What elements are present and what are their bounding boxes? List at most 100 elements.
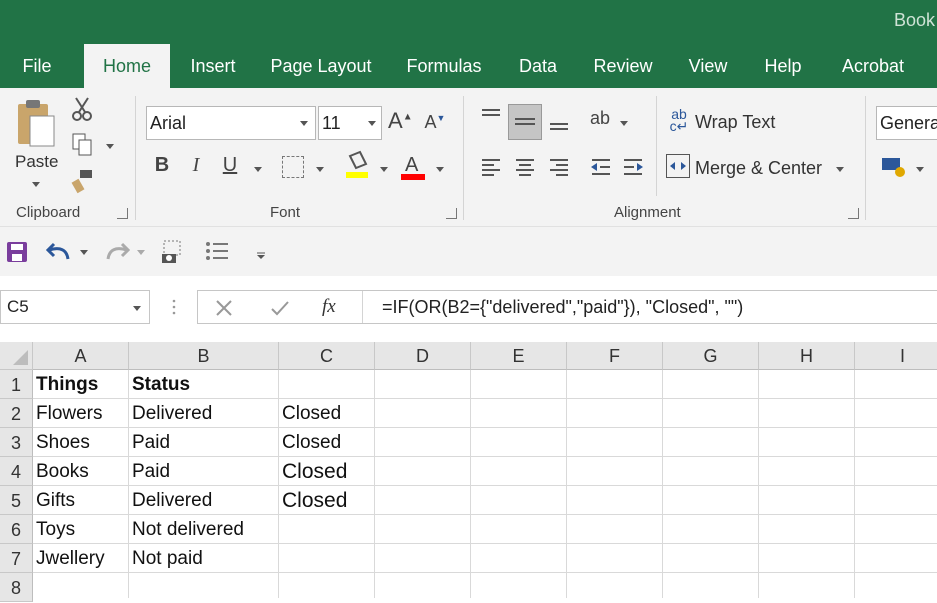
cell-b5[interactable]: Delivered <box>129 486 278 515</box>
cell-b1[interactable]: Status <box>129 370 278 399</box>
fill-color-chevron-down-icon[interactable] <box>380 167 388 172</box>
font-color-chevron-down-icon[interactable] <box>436 167 444 172</box>
bottom-align-icon[interactable] <box>546 104 572 134</box>
merge-center-chevron-down-icon[interactable] <box>836 167 844 172</box>
splitter-handle[interactable] <box>172 298 176 316</box>
increase-font-size-icon[interactable]: A▲ <box>388 108 413 134</box>
column-header-d[interactable]: D <box>375 342 471 370</box>
align-right-icon[interactable] <box>546 152 572 182</box>
row-header[interactable]: 3 <box>0 428 33 457</box>
orientation-chevron-down-icon[interactable] <box>620 121 628 126</box>
tab-view[interactable]: View <box>678 44 738 88</box>
cell-a6[interactable]: Toys <box>33 515 128 544</box>
accounting-format-icon[interactable] <box>880 154 906 178</box>
underline-chevron-down-icon[interactable] <box>254 167 262 172</box>
column-header-e[interactable]: E <box>471 342 567 370</box>
insert-function-icon[interactable]: fx <box>322 296 336 318</box>
cell-c4[interactable]: Closed <box>279 457 374 486</box>
align-left-icon[interactable] <box>478 152 504 182</box>
merge-center-label[interactable]: Merge & Center <box>695 158 822 179</box>
bullet-list-icon[interactable] <box>204 239 230 263</box>
undo-icon[interactable] <box>45 239 72 263</box>
orientation-icon[interactable]: ab <box>588 108 612 129</box>
borders-chevron-down-icon[interactable] <box>316 167 324 172</box>
increase-indent-icon[interactable] <box>620 152 646 182</box>
camera-icon[interactable] <box>160 239 186 265</box>
tab-review[interactable]: Review <box>584 44 662 88</box>
column-header-c[interactable]: C <box>279 342 375 370</box>
tab-data[interactable]: Data <box>508 44 568 88</box>
cell-c1[interactable] <box>279 370 374 399</box>
fill-color-icon[interactable] <box>344 150 370 180</box>
bold-icon[interactable]: B <box>150 154 174 177</box>
customize-toolbar-icon[interactable] <box>256 247 266 259</box>
tab-home[interactable]: Home <box>84 44 170 88</box>
cell-c7[interactable] <box>279 544 374 573</box>
accounting-format-chevron-down-icon[interactable] <box>916 167 924 172</box>
tab-file[interactable]: File <box>0 44 74 88</box>
cell-c5[interactable]: Closed <box>279 486 374 515</box>
cell-b6[interactable]: Not delivered <box>129 515 278 544</box>
align-center-icon[interactable] <box>512 152 538 182</box>
format-painter-icon[interactable] <box>70 168 94 194</box>
cell-a5[interactable]: Gifts <box>33 486 128 515</box>
column-header-f[interactable]: F <box>567 342 663 370</box>
top-align-icon[interactable] <box>478 104 504 134</box>
cell-b7[interactable]: Not paid <box>129 544 278 573</box>
select-all-corner[interactable] <box>0 342 33 370</box>
column-header-i[interactable]: I <box>855 342 937 370</box>
font-name-chevron-down-icon[interactable] <box>300 121 308 126</box>
cell-b4[interactable]: Paid <box>129 457 278 486</box>
cell-c3[interactable]: Closed <box>279 428 374 457</box>
cell-a4[interactable]: Books <box>33 457 128 486</box>
save-icon[interactable] <box>6 241 28 263</box>
row-header[interactable]: 6 <box>0 515 33 544</box>
font-dialog-launcher[interactable] <box>446 208 457 219</box>
font-name-combo[interactable]: Arial <box>146 106 316 140</box>
copy-icon[interactable] <box>70 132 94 158</box>
row-header[interactable]: 1 <box>0 370 33 399</box>
borders-icon[interactable] <box>282 156 304 178</box>
name-box-chevron-down-icon[interactable] <box>133 306 141 311</box>
wrap-text-icon[interactable]: ab c↵ <box>668 107 690 133</box>
copy-chevron-down-icon[interactable] <box>106 144 114 149</box>
paste-chevron-down-icon[interactable] <box>32 182 40 187</box>
cell-c6[interactable] <box>279 515 374 544</box>
italic-icon[interactable]: I <box>184 154 208 177</box>
tab-insert[interactable]: Insert <box>178 44 248 88</box>
font-size-chevron-down-icon[interactable] <box>368 121 376 126</box>
clipboard-dialog-launcher[interactable] <box>117 208 128 219</box>
tab-formulas[interactable]: Formulas <box>396 44 492 88</box>
decrease-indent-icon[interactable] <box>588 152 614 182</box>
underline-icon[interactable]: U <box>218 154 242 177</box>
formula-text[interactable]: =IF(OR(B2={"delivered","paid"}), "Closed… <box>382 297 743 318</box>
undo-chevron-down-icon[interactable] <box>80 250 88 255</box>
cell-a1[interactable]: Things <box>33 370 128 399</box>
number-format-combo[interactable]: General <box>876 106 937 140</box>
column-header-h[interactable]: H <box>759 342 855 370</box>
cell-c2[interactable]: Closed <box>279 399 374 428</box>
formula-input[interactable]: fx =IF(OR(B2={"delivered","paid"}), "Clo… <box>197 290 937 324</box>
wrap-text-label[interactable]: Wrap Text <box>695 112 775 133</box>
cancel-icon[interactable] <box>214 299 234 317</box>
tab-page-layout[interactable]: Page Layout <box>262 44 380 88</box>
column-header-b[interactable]: B <box>129 342 279 370</box>
row-header[interactable]: 2 <box>0 399 33 428</box>
column-header-g[interactable]: G <box>663 342 759 370</box>
name-box[interactable]: C5 <box>0 290 150 324</box>
column-header-a[interactable]: A <box>33 342 129 370</box>
cell-b2[interactable]: Delivered <box>129 399 278 428</box>
row-header[interactable]: 4 <box>0 457 33 486</box>
cell-b3[interactable]: Paid <box>129 428 278 457</box>
cell-a7[interactable]: Jwellery <box>33 544 128 573</box>
cell-a2[interactable]: Flowers <box>33 399 128 428</box>
merge-center-icon[interactable] <box>666 154 690 178</box>
decrease-font-size-icon[interactable]: A▼ <box>424 112 446 133</box>
paste-button[interactable] <box>14 98 62 156</box>
row-header[interactable]: 5 <box>0 486 33 515</box>
cut-icon[interactable] <box>70 96 94 122</box>
tab-acrobat[interactable]: Acrobat <box>830 44 916 88</box>
alignment-dialog-launcher[interactable] <box>848 208 859 219</box>
cell-a3[interactable]: Shoes <box>33 428 128 457</box>
tab-help[interactable]: Help <box>754 44 812 88</box>
